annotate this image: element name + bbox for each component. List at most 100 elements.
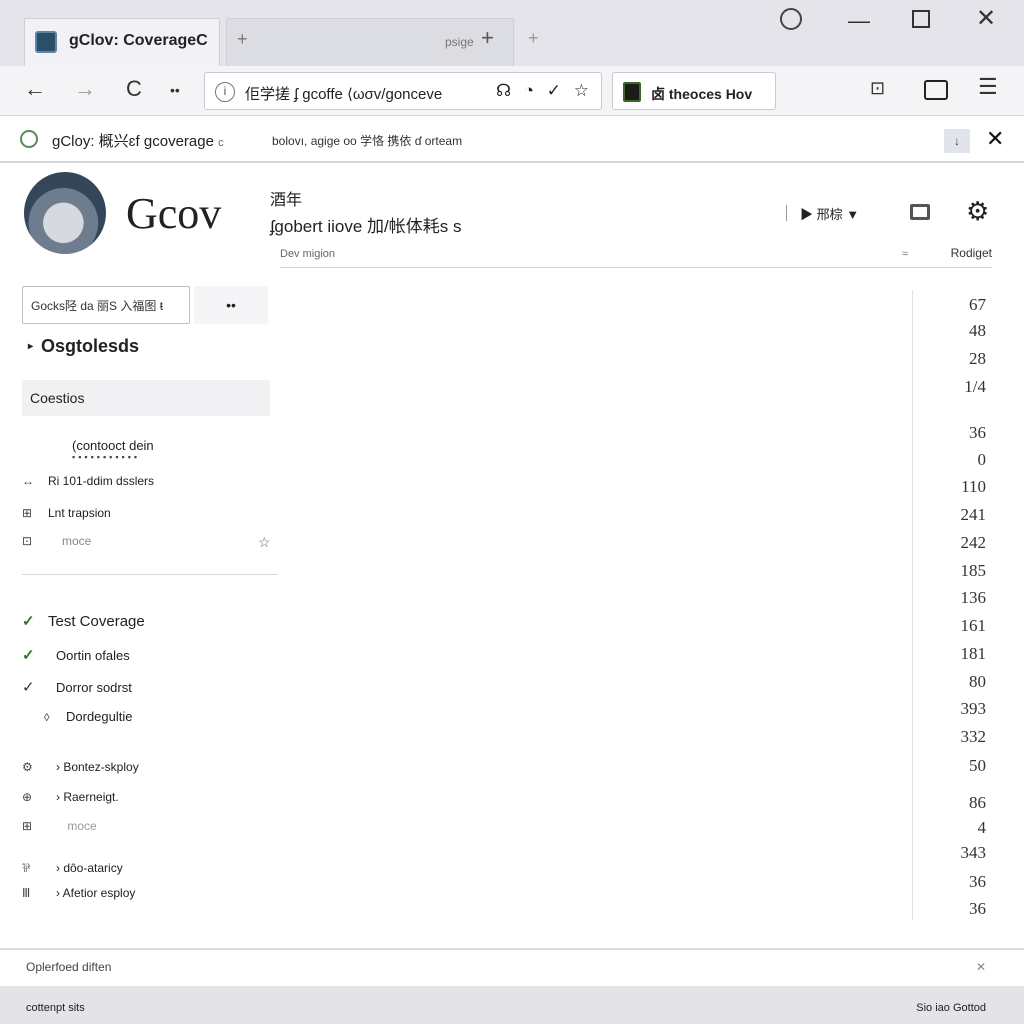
maximize-button[interactable] (912, 10, 930, 28)
dismiss-notification-button[interactable]: ✕ (976, 960, 986, 974)
gear-icon: ⚙ (22, 760, 33, 774)
column-header-right[interactable]: Rodiget (951, 246, 992, 260)
sidebar-row[interactable]: ↔ Ri 101-ddim dsslers (22, 474, 154, 496)
sidebar-item[interactable]: Ⅲ › Afetior esploy (22, 886, 135, 900)
close-info-bar-button[interactable]: ✕ (986, 126, 1004, 152)
coverage-count: 185 (960, 561, 987, 580)
pin-button[interactable]: ↓ (944, 129, 970, 153)
coverage-count: 393 (960, 699, 987, 718)
status-right-text: Sio iao Gottod (916, 1002, 986, 1014)
reload-button[interactable]: C (126, 76, 142, 102)
check-icon: ✓ (22, 613, 35, 630)
subheading-underline: ▪▪▪▪▪▪▪▪▪▪▪ (72, 452, 141, 462)
check-item-label: Dorror sodrst (56, 680, 132, 695)
bookmark-icon (623, 82, 641, 102)
minimize-button[interactable]: — (848, 8, 870, 34)
filter-input[interactable]: Gocks陉 da 丽S 入福图 ŧ (22, 286, 190, 324)
info-bar-title: gCloy: 概兴ɛf gcoverage c (52, 133, 224, 150)
coverage-count: 110 (961, 477, 986, 496)
coverage-count: 241 (960, 505, 987, 524)
section-header[interactable]: Coestios (22, 380, 270, 416)
notification-text: Oplerfoed diften (26, 960, 112, 974)
header-subtitle: 酒年 (270, 192, 303, 209)
coverage-count: 136 (960, 588, 987, 607)
close-window-button[interactable]: ✕ (976, 4, 996, 33)
gcov-logo-icon (20, 130, 38, 148)
sidebar-row[interactable]: ⊞ Lnt trapsion (22, 506, 111, 528)
diamond-icon: ◊ (44, 712, 50, 724)
title-bar: gClov: CoverageC + psige + + — ✕ (0, 0, 1024, 66)
notification-bar: Oplerfoed diften ✕ (0, 948, 1024, 986)
sidebar-row[interactable]: ⊡ moce (22, 534, 91, 556)
coverage-count: 242 (960, 533, 987, 552)
tab-title: psige (445, 35, 474, 49)
check-item[interactable]: ✓ Dorror sodrst (22, 678, 132, 696)
page-title: Gcov (126, 189, 222, 238)
check-icon: ✓ (22, 679, 35, 696)
new-tab-icon[interactable]: + (481, 25, 494, 51)
url-text[interactable]: 佢学搓 ʄ gcoffe ⟨ωσv/gonceve (245, 83, 442, 104)
sidebar-item[interactable]: ⊞ moce (22, 819, 97, 833)
address-bar[interactable]: i 佢学搓 ʄ gcoffe ⟨ωσv/gonceve ☊ ◔ ✓ ☆ (204, 72, 602, 110)
header-divider (786, 205, 787, 221)
coverage-count: 161 (960, 616, 987, 635)
tab-secondary[interactable]: + psige + (226, 18, 514, 66)
profile-icon[interactable] (780, 8, 802, 30)
check-item-label: Test Coverage (48, 613, 145, 630)
coverage-count: 343 (960, 843, 987, 862)
bookmark-label: 卤 theoces Hov (651, 86, 753, 102)
tree-heading-label: Osgtolesds (41, 336, 140, 356)
check-item-label: Dordegultie (66, 709, 133, 724)
main-content-pane[interactable] (280, 284, 912, 934)
status-bar: cottenpt sits Sio iao Gottod (0, 986, 1024, 1024)
split-icon: ⅌ (22, 861, 30, 875)
coverage-count: 0 (977, 450, 987, 469)
forward-button[interactable]: → (74, 76, 96, 102)
check-item[interactable]: ✓ Oortin ofales (22, 646, 130, 664)
coverage-count: 332 (960, 727, 987, 746)
coverage-count: 36 (969, 899, 986, 918)
sidebar-row-label: moce (62, 534, 92, 548)
sidebar-item-label: › Bontez-skploy (56, 760, 139, 774)
view-dropdown[interactable]: ▶ 邢棕 ▼ (800, 204, 859, 223)
tab-title: gClov: CoverageC (69, 32, 208, 49)
sidebar-item-label: moce (64, 819, 97, 833)
menu-icon[interactable]: ☰ (978, 74, 998, 100)
sidebar-item-label: › Raerneigt. (56, 790, 119, 804)
check-item[interactable]: ◊ Dordegultie (22, 709, 133, 724)
filter-options-button[interactable]: •• (194, 286, 268, 324)
back-button[interactable]: ← (24, 76, 46, 102)
star-icon[interactable]: ☆ (258, 534, 271, 551)
column-sort-icon[interactable]: ≈ (902, 248, 908, 260)
new-tab-button[interactable]: + (528, 28, 539, 49)
navigation-bar: ← → C •• i 佢学搓 ʄ gcoffe ⟨ωσv/gonceve ☊ ◔… (0, 66, 1024, 116)
settings-gear-icon[interactable]: ⚙ (966, 196, 989, 227)
coverage-count: 28 (969, 349, 986, 368)
more-button[interactable]: •• (170, 82, 180, 98)
extension-icon[interactable]: ⊡ (870, 78, 885, 99)
column-header: Dev migion ≈ Rodiget (280, 246, 992, 268)
sidebar-row-label: Ri 101-ddim dsslers (48, 474, 155, 488)
coverage-count: 181 (960, 644, 987, 663)
sidebar-item[interactable]: ⚙ › Bontez-skploy (22, 760, 139, 774)
tab-gcov-coverage[interactable]: gClov: CoverageC (24, 18, 220, 66)
site-favicon-icon (35, 31, 57, 53)
sidebar-divider (22, 574, 278, 575)
sidebar-item[interactable]: ⅌ › dôo-ataricy (22, 859, 123, 876)
coverage-count: 4 (977, 818, 987, 837)
info-bar: gCloy: 概兴ɛf gcoverage c bolovı, agige oo… (0, 117, 1024, 163)
bookmark-chip[interactable]: 卤 theoces Hov (612, 72, 776, 110)
tree-heading[interactable]: ▸ Osgtolesds (28, 336, 139, 357)
columns-icon: Ⅲ (22, 886, 31, 900)
coverage-count: 36 (969, 872, 986, 891)
check-item[interactable]: ✓ Test Coverage (22, 612, 145, 630)
sidebar-item[interactable]: ⊕ › Raerneigt. (22, 790, 119, 804)
layout-view-icon[interactable] (910, 204, 930, 220)
site-info-icon[interactable]: i (215, 82, 235, 102)
sidebar-toggle-icon[interactable] (924, 80, 948, 100)
status-left-text: cottenpt sits (26, 1002, 85, 1014)
address-bar-icons[interactable]: ☊ ◔ ✓ ☆ (496, 81, 593, 101)
info-bar-message: bolovı, agige oo 学恪 携依 ɗ orteam (272, 134, 463, 148)
grid-icon: ⊞ (22, 506, 33, 520)
avatar[interactable] (24, 172, 106, 254)
